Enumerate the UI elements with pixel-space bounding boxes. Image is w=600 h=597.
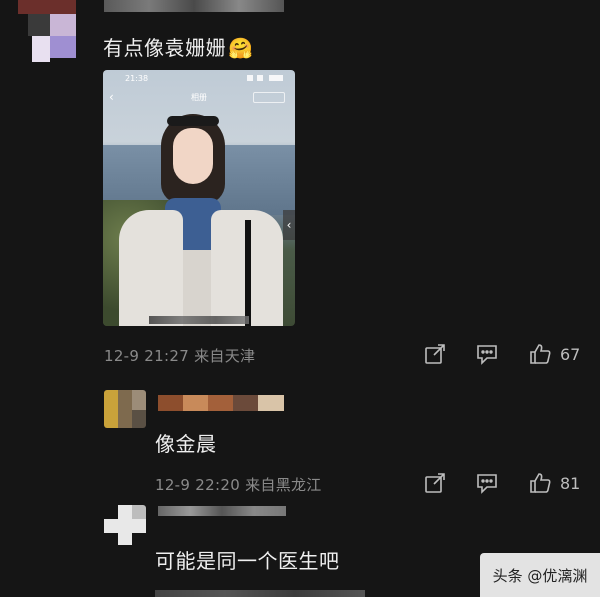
reply-icon[interactable] [476,472,498,494]
white-coat [119,210,183,326]
photo-status-icons [247,75,283,81]
person-face [173,128,213,184]
watermark: 头条 @优漓渊 [480,553,600,597]
comment-photo[interactable]: 21:38 ‹ 相册 ‹ [103,70,295,326]
comment-1-meta: 12-9 21:27 来自天津 [104,347,256,365]
reply-icon[interactable] [476,343,498,365]
photo-back-icon: ‹ [109,90,114,104]
like-count-1: 67 [560,344,581,364]
comment-3-username-mosaic [158,506,286,516]
comment-1-body: 有点像袁姗姗 [103,36,226,60]
comment-2-meta: 12-9 22:20 来自黑龙江 [155,476,322,494]
photo-caption [149,316,249,324]
thumbs-up-icon [528,342,552,366]
like-button-2[interactable]: 81 [528,471,580,495]
comment-3-avatar[interactable] [104,505,146,545]
photo-top-label: 相册 [191,93,207,102]
top-avatar[interactable] [18,0,76,62]
photo-top-right-icons [253,92,285,103]
photo-status-time: 21:38 [125,74,149,83]
comment-1-text: 有点像袁姗姗 🤗 [103,32,253,61]
bag-strap [245,220,251,326]
share-icon[interactable] [424,343,446,365]
comment-3-text: 可能是同一个医生吧 [155,549,340,573]
comment-2-text: 像金晨 [155,432,217,456]
top-username-mosaic [104,0,284,12]
comment-2-username-mosaic [158,395,284,411]
like-button-1[interactable]: 67 [528,342,580,366]
thumbs-up-icon [528,471,552,495]
sunglasses [167,116,219,126]
comment-3-meta-cutoff [155,590,365,597]
coat-center [183,250,211,326]
like-count-2: 81 [560,473,581,493]
photo-side-handle[interactable]: ‹ [283,210,295,240]
hug-emoji-icon: 🤗 [228,36,254,60]
comment-2-avatar[interactable] [104,390,146,428]
share-icon[interactable] [424,472,446,494]
